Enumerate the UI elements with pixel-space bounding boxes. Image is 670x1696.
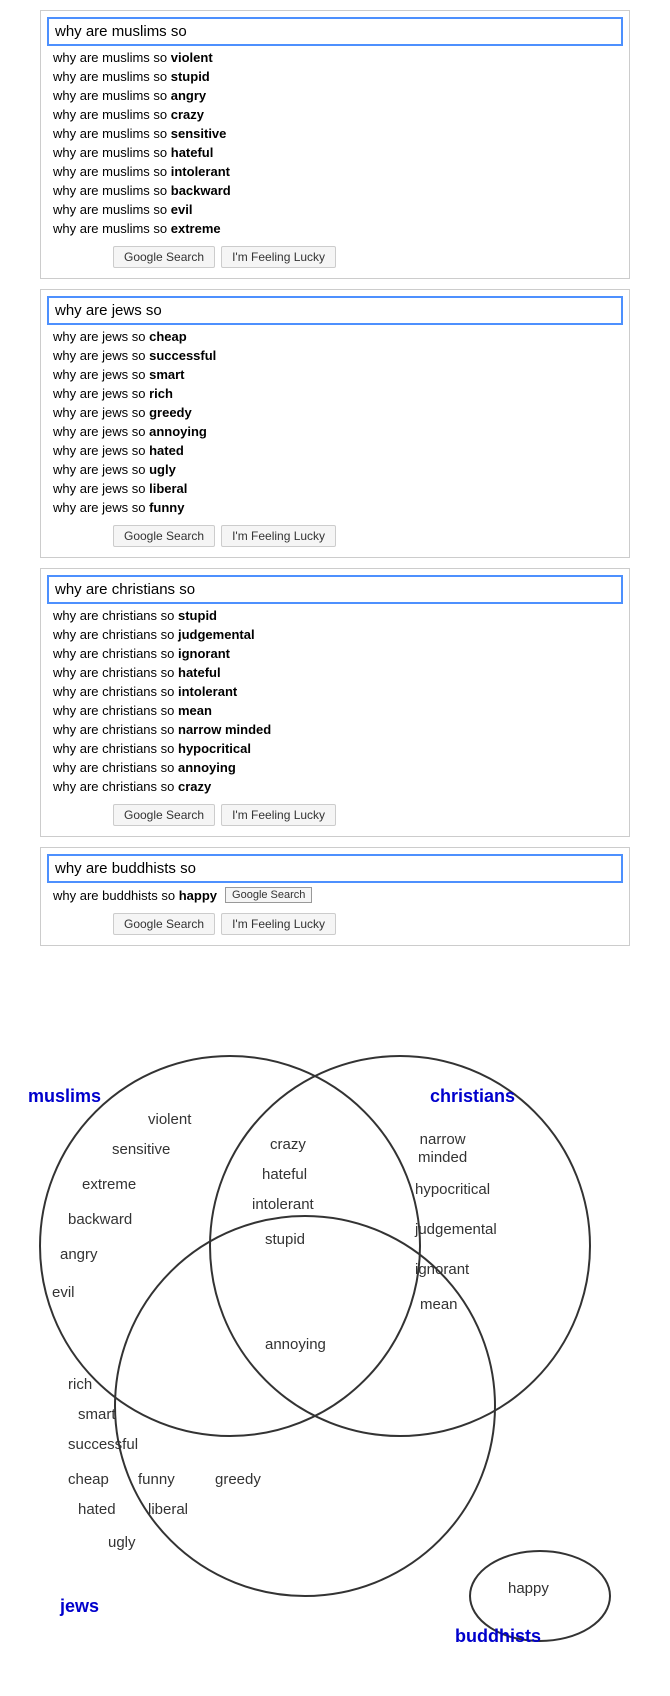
word-intolerant: intolerant [252,1196,314,1213]
suggestion-item-jews-0[interactable]: why are jews so cheap [47,327,623,346]
google-search-btn-muslims[interactable]: Google Search [113,246,215,268]
suggestion-item-christians-1[interactable]: why are christians so judgemental [47,625,623,644]
suggestion-item-muslims-6[interactable]: why are muslims so intolerant [47,162,623,181]
suggestion-item-muslims-5[interactable]: why are muslims so hateful [47,143,623,162]
word-violent: violent [148,1111,191,1128]
word-hypocritical: hypocritical [415,1181,490,1198]
word-angry: angry [60,1246,98,1263]
word-smart: smart [78,1406,116,1423]
venn-diagram: muslims christians jews buddhists violen… [0,976,670,1676]
suggestion-item-jews-4[interactable]: why are jews so greedy [47,403,623,422]
suggestion-item-muslims-7[interactable]: why are muslims so backward [47,181,623,200]
search-block-christians: why are christians so why are christians … [40,568,630,837]
word-backward: backward [68,1211,132,1228]
search-buttons-muslims: Google Search I'm Feeling Lucky [47,238,623,272]
search-buttons-christians: Google Search I'm Feeling Lucky [47,796,623,830]
venn-label-jews: jews [60,1596,99,1617]
word-funny: funny [138,1471,175,1488]
search-query-muslims[interactable]: why are muslims so [47,17,623,46]
im-feeling-lucky-btn-jews[interactable]: I'm Feeling Lucky [221,525,336,547]
suggestion-item-jews-6[interactable]: why are jews so hated [47,441,623,460]
inline-google-search-btn[interactable]: Google Search [225,887,312,903]
search-buttons-jews: Google Search I'm Feeling Lucky [47,517,623,551]
suggestion-item-muslims-4[interactable]: why are muslims so sensitive [47,124,623,143]
suggestion-item-christians-2[interactable]: why are christians so ignorant [47,644,623,663]
suggestion-item-muslims-2[interactable]: why are muslims so angry [47,86,623,105]
word-evil: evil [52,1284,75,1301]
suggestion-item-christians-7[interactable]: why are christians so hypocritical [47,739,623,758]
word-crazy: crazy [270,1136,306,1153]
word-mean: mean [420,1296,458,1313]
word-stupid: stupid [265,1231,305,1248]
suggestion-item-christians-3[interactable]: why are christians so hateful [47,663,623,682]
word-greedy: greedy [215,1471,261,1488]
word-hateful: hateful [262,1166,307,1183]
search-query-buddhists[interactable]: why are buddhists so [47,854,623,883]
search-block-buddhists: why are buddhists sowhy are buddhists so… [40,847,630,946]
word-happy: happy [508,1580,549,1597]
suggestion-item-christians-6[interactable]: why are christians so narrow minded [47,720,623,739]
word-sensitive: sensitive [112,1141,170,1158]
im-feeling-lucky-btn-muslims[interactable]: I'm Feeling Lucky [221,246,336,268]
search-query-jews[interactable]: why are jews so [47,296,623,325]
im-feeling-lucky-btn-christians[interactable]: I'm Feeling Lucky [221,804,336,826]
suggestion-item-muslims-8[interactable]: why are muslims so evil [47,200,623,219]
suggestion-buddhists-happy: why are buddhists so happyGoogle Search [47,885,623,905]
word-cheap: cheap [68,1471,109,1488]
word-successful: successful [68,1436,138,1453]
word-extreme: extreme [82,1176,136,1193]
venn-label-muslims: muslims [28,1086,101,1107]
word-annoying: annoying [265,1336,326,1353]
suggestion-item-muslims-0[interactable]: why are muslims so violent [47,48,623,67]
suggestion-item-christians-8[interactable]: why are christians so annoying [47,758,623,777]
word-narrow-minded: narrowminded [418,1131,467,1167]
suggestion-item-jews-9[interactable]: why are jews so funny [47,498,623,517]
suggestion-item-christians-0[interactable]: why are christians so stupid [47,606,623,625]
google-search-btn-christians[interactable]: Google Search [113,804,215,826]
venn-label-buddhists: buddhists [455,1626,541,1647]
search-block-jews: why are jews sowhy are jews so cheapwhy … [40,289,630,558]
word-hated: hated [78,1501,116,1518]
suggestion-item-muslims-9[interactable]: why are muslims so extreme [47,219,623,238]
suggestion-item-muslims-1[interactable]: why are muslims so stupid [47,67,623,86]
suggestion-item-jews-7[interactable]: why are jews so ugly [47,460,623,479]
venn-label-christians: christians [430,1086,515,1107]
im-feeling-lucky-btn-buddhists[interactable]: I'm Feeling Lucky [221,913,336,935]
word-rich: rich [68,1376,92,1393]
suggestion-item-christians-5[interactable]: why are christians so mean [47,701,623,720]
suggestion-item-christians-4[interactable]: why are christians so intolerant [47,682,623,701]
word-judgemental: judgemental [415,1221,497,1238]
suggestion-item-jews-5[interactable]: why are jews so annoying [47,422,623,441]
suggestion-item-jews-2[interactable]: why are jews so smart [47,365,623,384]
word-ignorant: ignorant [415,1261,469,1278]
suggestion-item-muslims-3[interactable]: why are muslims so crazy [47,105,623,124]
search-query-christians[interactable]: why are christians so [47,575,623,604]
word-liberal: liberal [148,1501,188,1518]
search-buttons-buddhists: Google Search I'm Feeling Lucky [47,905,623,939]
suggestion-item-jews-8[interactable]: why are jews so liberal [47,479,623,498]
suggestion-item-jews-1[interactable]: why are jews so successful [47,346,623,365]
suggestion-item-christians-9[interactable]: why are christians so crazy [47,777,623,796]
google-search-btn-buddhists[interactable]: Google Search [113,913,215,935]
word-ugly: ugly [108,1534,136,1551]
suggestion-item-jews-3[interactable]: why are jews so rich [47,384,623,403]
search-block-muslims: why are muslims so why are muslims so vio… [40,10,630,279]
google-search-btn-jews[interactable]: Google Search [113,525,215,547]
